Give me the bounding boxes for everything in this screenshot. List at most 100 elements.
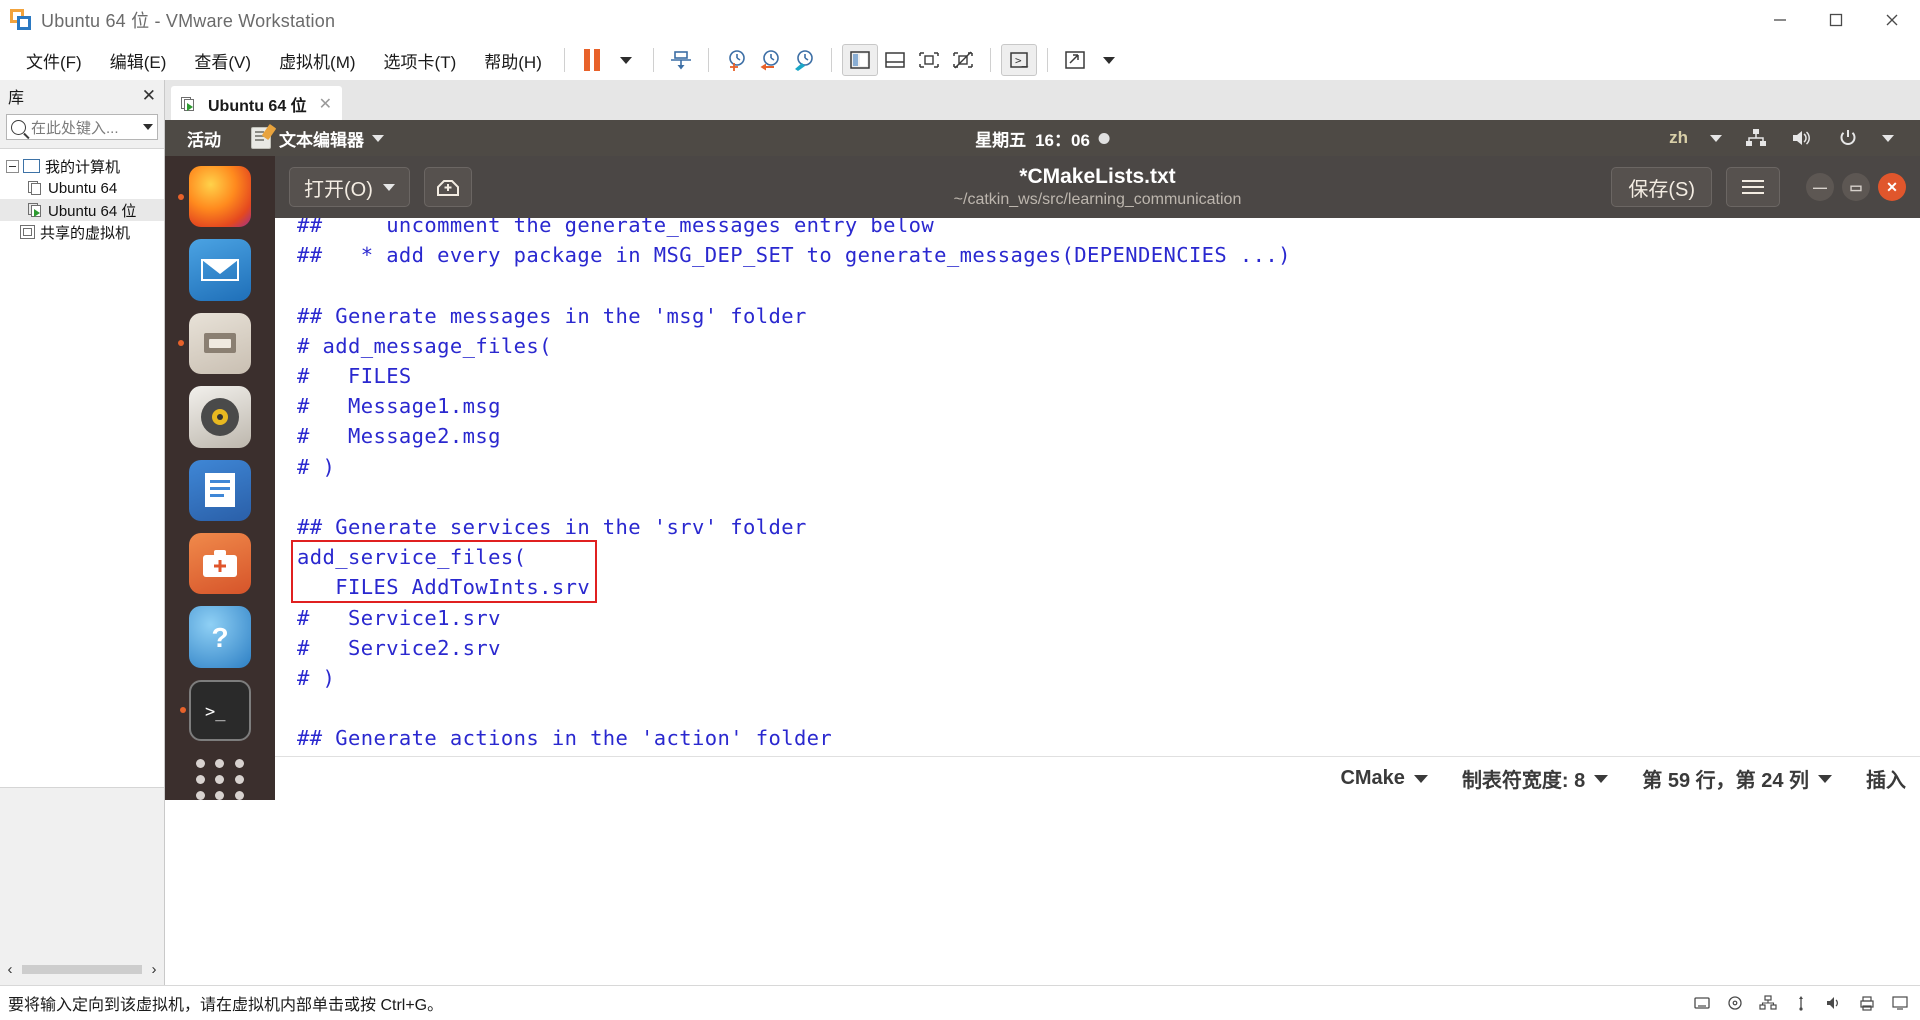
hamburger-menu-button[interactable]: [1726, 167, 1780, 207]
chevron-down-icon: [619, 56, 632, 64]
minimize-button[interactable]: [1752, 0, 1808, 40]
dock-firefox-icon[interactable]: [178, 166, 251, 228]
vmware-status-bar: 要将输入定向到该虚拟机，请在虚拟机内部单击或按 Ctrl+G。: [0, 985, 1920, 1020]
revert-snapshot-button[interactable]: [753, 45, 787, 75]
vmware-workstation-window: Ubuntu 64 位 - VMware Workstation 文件(F) 编…: [0, 0, 1920, 1020]
dock-rhythmbox-icon[interactable]: [189, 386, 251, 448]
enter-fullscreen-button[interactable]: [1058, 45, 1092, 75]
scroll-thumb[interactable]: [22, 964, 142, 974]
power-icon[interactable]: [1836, 127, 1860, 149]
new-document-icon: [436, 180, 459, 196]
gedit-maximize-button[interactable]: ▭: [1842, 173, 1870, 201]
window-controls: [1752, 0, 1920, 40]
console-view-button[interactable]: [912, 45, 946, 75]
fullscreen-dropdown-button[interactable]: [1092, 45, 1126, 75]
svg-text:>_: >_: [1015, 54, 1029, 67]
tab-close-icon[interactable]: ✕: [319, 94, 332, 114]
toolbar-separator: [1046, 48, 1048, 72]
tree-item-ubuntu-64[interactable]: Ubuntu 64: [0, 177, 164, 199]
network-adapter-icon[interactable]: [1758, 994, 1778, 1012]
send-ctrl-alt-del-button[interactable]: [664, 45, 698, 75]
library-horizontal-scrollbar[interactable]: ‹ ›: [0, 953, 164, 985]
printer-icon[interactable]: [1857, 994, 1877, 1012]
chevron-down-icon: [382, 183, 395, 191]
dock-ubuntu-software-icon[interactable]: [189, 532, 251, 595]
menu-help[interactable]: 帮助(H): [472, 45, 554, 76]
insert-mode-label: 插入: [1866, 770, 1906, 792]
vm-icon: [28, 180, 43, 196]
dock-terminal-icon[interactable]: >_: [180, 679, 251, 742]
dock-help-icon[interactable]: ?: [189, 606, 251, 668]
display-icon[interactable]: [1890, 994, 1910, 1012]
library-search-box[interactable]: 在此处键入...: [6, 114, 158, 140]
toolbar-separator: [830, 48, 832, 72]
input-language-label[interactable]: zh: [1669, 128, 1688, 148]
library-close-icon[interactable]: ✕: [142, 86, 156, 106]
dock-libreoffice-writer-icon[interactable]: [189, 459, 251, 521]
collapse-icon[interactable]: [6, 159, 19, 173]
notification-indicator-icon: [1098, 132, 1110, 144]
cursor-position[interactable]: 第 59 行，第 24 列: [1642, 764, 1832, 793]
pause-vm-button[interactable]: [575, 45, 609, 75]
search-input-placeholder[interactable]: 在此处键入...: [31, 117, 119, 138]
menu-file[interactable]: 文件(F): [14, 45, 94, 76]
activities-button[interactable]: 活动: [187, 126, 221, 151]
save-button[interactable]: 保存(S): [1611, 167, 1712, 207]
dock-files-icon[interactable]: [178, 312, 251, 375]
scroll-left-icon[interactable]: ‹: [0, 961, 20, 978]
vm-running-icon: [181, 96, 196, 112]
gedit-title-block: *CMakeLists.txt ~/catkin_ws/src/learning…: [954, 165, 1242, 209]
chevron-down-icon[interactable]: [1710, 134, 1722, 142]
tree-item-shared-vms[interactable]: 共享的虚拟机: [0, 221, 164, 243]
tree-item-ubuntu-64-running[interactable]: Ubuntu 64 位: [0, 199, 164, 221]
unity-mode-icon: >_: [1010, 52, 1029, 68]
menu-edit[interactable]: 编辑(E): [98, 45, 179, 76]
snapshot-manager-button[interactable]: [787, 45, 821, 75]
pause-dropdown-button[interactable]: [609, 45, 643, 75]
tab-ubuntu-64[interactable]: Ubuntu 64 位 ✕: [171, 86, 343, 122]
menu-tabs[interactable]: 选项卡(T): [372, 45, 469, 76]
close-button[interactable]: [1864, 0, 1920, 40]
dock-thunderbird-icon[interactable]: [189, 239, 251, 301]
snapshot-revert-icon: [760, 50, 779, 71]
gedit-text-area[interactable]: ## uncomment the generate_messages entry…: [275, 218, 1920, 756]
tree-item-my-computer[interactable]: 我的计算机: [0, 155, 164, 177]
fullscreen-icon: [1065, 51, 1085, 69]
open-file-button[interactable]: 打开(O): [289, 167, 410, 207]
menu-vm[interactable]: 虚拟机(M): [267, 45, 367, 76]
menu-view[interactable]: 查看(V): [182, 45, 263, 76]
insert-mode-indicator[interactable]: 插入: [1866, 764, 1906, 793]
chevron-down-icon: [1413, 774, 1428, 783]
show-applications-icon[interactable]: [194, 759, 246, 800]
document-text[interactable]: ## uncomment the generate_messages entry…: [297, 218, 1291, 756]
chevron-down-icon[interactable]: [1882, 134, 1894, 142]
sound-icon[interactable]: [1824, 994, 1844, 1012]
maximize-button[interactable]: [1808, 0, 1864, 40]
show-thumbnail-bar-button[interactable]: [878, 45, 912, 75]
gedit-close-button[interactable]: ✕: [1878, 173, 1906, 201]
network-icon[interactable]: [1744, 127, 1768, 149]
usb-icon[interactable]: [1791, 994, 1811, 1012]
take-snapshot-button[interactable]: [719, 45, 753, 75]
system-status-area: zh: [1669, 127, 1894, 149]
scroll-right-icon[interactable]: ›: [144, 961, 164, 978]
chevron-down-icon: [1818, 774, 1832, 783]
chevron-down-icon[interactable]: [143, 124, 153, 130]
app-menu-button[interactable]: 文本编辑器: [251, 126, 384, 151]
guest-screen[interactable]: 活动 文本编辑器 星期五 16：06 zh ? >_ 打开(O) *CMakeL…: [165, 120, 1920, 800]
volume-icon[interactable]: [1790, 127, 1814, 149]
gedit-window: ? >_ 打开(O) *CMakeLists.txt ~/catkin_ws/s…: [165, 156, 1920, 800]
device-tray: [1692, 994, 1910, 1012]
console-view-off-icon: [953, 51, 973, 69]
unity-mode-button[interactable]: >_: [1000, 44, 1037, 76]
clock-button[interactable]: 星期五 16：06: [975, 126, 1110, 151]
cd-icon[interactable]: [1725, 994, 1745, 1012]
new-document-button[interactable]: [423, 167, 472, 207]
hide-console-view-button[interactable]: [946, 45, 980, 75]
show-library-button[interactable]: [841, 44, 878, 76]
disk-icon[interactable]: [1692, 994, 1712, 1012]
running-indicator: [178, 340, 184, 347]
language-selector[interactable]: CMake: [1340, 767, 1428, 790]
tab-width-selector[interactable]: 制表符宽度: 8: [1462, 764, 1609, 793]
gedit-minimize-button[interactable]: —: [1806, 173, 1834, 201]
